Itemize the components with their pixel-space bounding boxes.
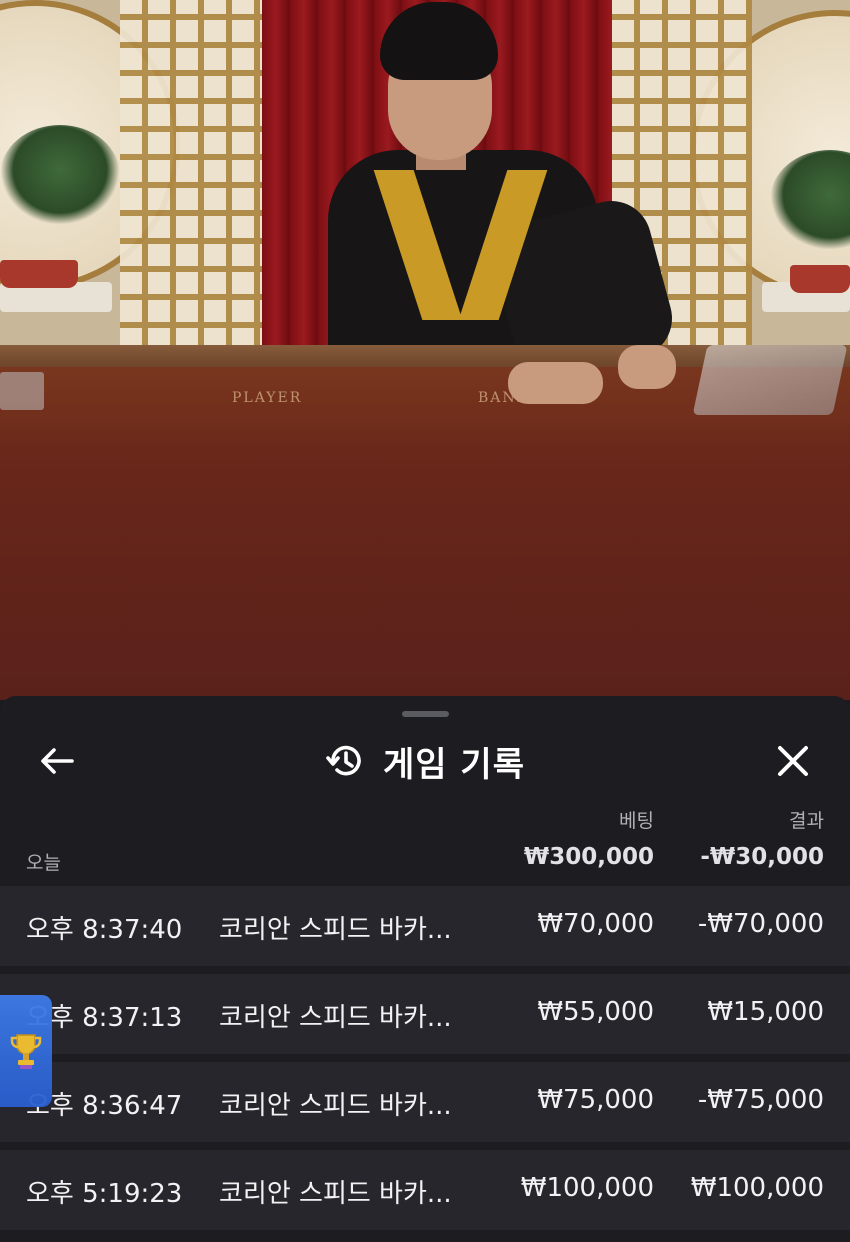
live-video-feed: PLAYER BANKER [0,0,850,700]
lattice-screen-left [120,0,262,350]
column-header-result: 결과 [789,810,824,832]
row-bet-amount: ₩75,000 [537,1085,654,1115]
close-x-icon [778,746,808,776]
arrow-left-icon [41,748,74,774]
table-label-player: PLAYER [232,390,303,406]
history-clock-icon [326,745,361,776]
history-row[interactable]: 오후 8:37:13 코리안 스피드 바카... ₩55,000 ₩15,000 [0,974,850,1054]
row-game-name: 코리안 스피드 바카... [219,915,452,945]
game-history-sheet: 게임 기록 베팅 결과 오늘 ₩300,000 -₩30,000 오후 8:37… [0,696,850,1242]
table-label-banker: BANKER [478,390,554,406]
row-game-name: 코리안 스피드 바카... [219,1091,452,1121]
row-result-amount: ₩15,000 [707,997,824,1027]
card-shoe [692,345,848,415]
row-time: 오후 5:19:23 [26,1179,183,1209]
row-time: 오후 8:37:40 [26,915,183,945]
pot-right [790,265,850,293]
history-row[interactable]: 오후 8:36:47 코리안 스피드 바카... ₩75,000 -₩75,00… [0,1062,850,1142]
row-result-amount: ₩100,000 [690,1173,824,1203]
summary-total-result: -₩30,000 [700,844,824,870]
summary-total-bet: ₩300,000 [523,844,654,870]
row-result-amount: -₩70,000 [697,909,824,939]
sheet-title: 게임 기록 [383,744,525,785]
trophy-button[interactable] [0,995,52,1107]
discard-tray [0,372,44,410]
column-header-bet: 베팅 [619,810,654,832]
row-result-amount: -₩75,000 [697,1085,824,1115]
trophy-icon [10,1034,42,1069]
row-bet-amount: ₩70,000 [537,909,654,939]
sheet-header: 게임 기록 [0,724,850,798]
row-bet-amount: ₩100,000 [520,1173,654,1203]
bonsai-left [0,125,120,225]
summary-label: 오늘 [26,852,61,874]
row-game-name: 코리안 스피드 바카... [219,1179,452,1209]
row-bet-amount: ₩55,000 [537,997,654,1027]
drag-handle[interactable] [402,711,449,717]
history-row[interactable]: 오후 8:37:40 코리안 스피드 바카... ₩70,000 -₩70,00… [0,886,850,966]
row-game-name: 코리안 스피드 바카... [219,1003,452,1033]
close-button[interactable] [768,736,818,786]
pot-left [0,260,78,288]
back-button[interactable] [34,740,80,782]
history-list: 오후 8:37:40 코리안 스피드 바카... ₩70,000 -₩70,00… [0,886,850,1238]
history-row[interactable]: 오후 5:19:23 코리안 스피드 바카... ₩100,000 ₩100,0… [0,1150,850,1230]
